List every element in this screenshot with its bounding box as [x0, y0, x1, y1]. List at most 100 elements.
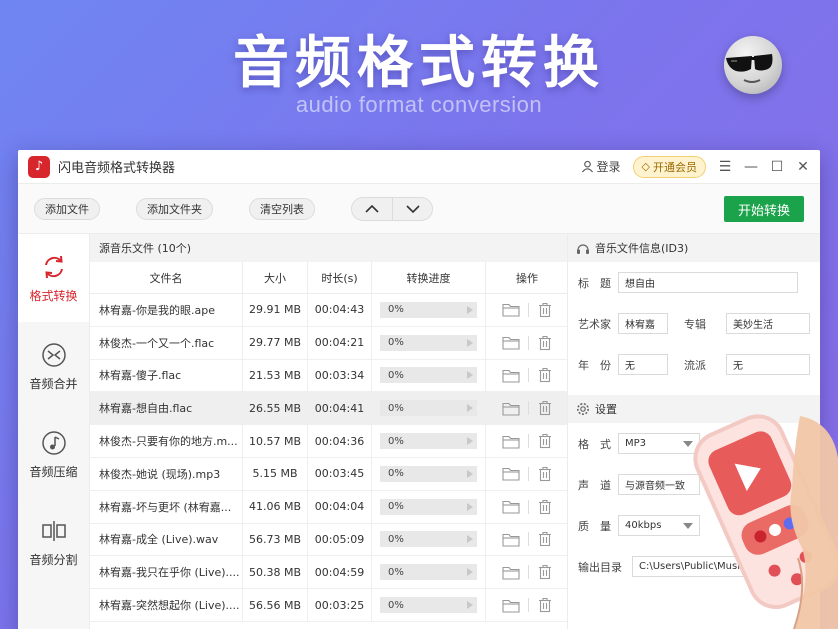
maximize-icon[interactable]: ☐	[770, 159, 784, 175]
table-row[interactable]: 林宥嘉-坏与更坏 (林宥嘉... 41.06 MB 00:04:04 0%	[90, 490, 567, 524]
folder-icon[interactable]	[501, 302, 520, 317]
file-size-cell: 26.55 MB	[243, 392, 308, 425]
trash-icon[interactable]	[537, 302, 553, 318]
progress-text: 0%	[388, 501, 404, 513]
column-header: 时长(s)	[308, 262, 372, 293]
artist-label: 艺术家	[578, 317, 611, 331]
trash-icon[interactable]	[537, 499, 553, 515]
file-size-cell: 56.56 MB	[243, 589, 308, 621]
genre-field[interactable]: 无	[726, 354, 810, 375]
folder-icon[interactable]	[501, 401, 520, 416]
ops-cell	[486, 392, 568, 424]
folder-icon[interactable]	[501, 434, 520, 449]
table-row[interactable]: 林宥嘉-成全 (Live).wav 56.73 MB 00:05:09 0%	[90, 523, 567, 557]
folder-icon[interactable]	[501, 565, 520, 580]
progress-bar: 0%	[380, 433, 477, 450]
sidebar-item-label: 音频分割	[29, 552, 78, 567]
folder-icon[interactable]	[501, 368, 520, 383]
sidebar-item-audio-merge[interactable]: 音频合并	[18, 322, 89, 410]
progress-cell: 0%	[372, 392, 486, 425]
trash-icon[interactable]	[537, 400, 553, 416]
table-row[interactable]: 林宥嘉-突然想起你 (Live).... 56.56 MB 00:03:25 0%	[90, 589, 567, 622]
progress-bar: 0%	[380, 531, 477, 548]
folder-icon[interactable]	[501, 598, 520, 613]
add-folder-button[interactable]: 添加文件夹	[136, 197, 213, 220]
file-duration-cell: 00:03:25	[308, 589, 372, 621]
trash-icon[interactable]	[537, 564, 553, 580]
sidebar-item-label: 格式转换	[29, 288, 78, 303]
table-row[interactable]: 林宥嘉-想自由.flac 26.55 MB 00:04:41 0%	[90, 392, 568, 426]
settings-title: 设置	[595, 403, 617, 416]
trash-icon[interactable]	[537, 367, 553, 383]
close-icon[interactable]: ✕	[796, 159, 810, 175]
file-name-cell: 林俊杰-只要有你的地方.m...	[90, 425, 243, 457]
trash-icon[interactable]	[537, 531, 553, 547]
sidebar-item-label: 音频压缩	[29, 464, 78, 479]
table-row[interactable]: 林宥嘉-我只在乎你 (Live).... 50.38 MB 00:04:59 0%	[90, 556, 567, 590]
column-header: 操作	[516, 271, 538, 285]
split-icon	[41, 520, 66, 541]
progress-bar: 0%	[380, 301, 477, 318]
progress-text: 0%	[388, 369, 404, 381]
diamond-icon: ◇	[641, 160, 650, 173]
vip-label: 开通会员	[653, 160, 697, 174]
sidebar-item-audio-split[interactable]: 音频分割	[18, 498, 89, 586]
file-duration-cell: 00:05:09	[308, 523, 372, 556]
table-row[interactable]: 林宥嘉-你是我的眼.ape 29.91 MB 00:04:43 0%	[90, 294, 567, 327]
genre-label: 流派	[684, 358, 706, 372]
ops-divider	[527, 368, 529, 383]
folder-icon[interactable]	[501, 335, 520, 350]
play-triangle-icon	[467, 305, 473, 314]
music-player-illustration-icon	[693, 414, 838, 629]
trash-icon[interactable]	[537, 433, 553, 449]
app-logo-icon: ♪	[28, 155, 50, 178]
table-row[interactable]: 林宥嘉-傻子.flac 21.53 MB 00:03:34 0%	[90, 359, 567, 393]
progress-bar: 0%	[380, 498, 477, 515]
table-row[interactable]: 林俊杰-她说 (现场).mp3 5.15 MB 00:03:45 0%	[90, 457, 567, 491]
year-field[interactable]: 无	[618, 354, 668, 375]
app-title: 闪电音频格式转换器	[58, 161, 176, 176]
progress-text: 0%	[388, 468, 404, 480]
vip-button[interactable]: ◇ 开通会员	[632, 155, 706, 178]
title-label: 标 题	[578, 276, 611, 290]
trash-icon[interactable]	[537, 466, 553, 482]
sidebar-item-audio-compress[interactable]: 音频压缩	[18, 410, 89, 498]
ops-cell	[486, 294, 568, 326]
play-triangle-icon	[467, 535, 473, 544]
sidebar-item-format-convert[interactable]: 格式转换	[18, 234, 89, 322]
sunglasses-face-icon	[724, 36, 782, 94]
album-field[interactable]: 美妙生活	[726, 313, 810, 334]
file-name-cell: 林宥嘉-我只在乎你 (Live)....	[90, 556, 243, 589]
file-table-body: 林宥嘉-你是我的眼.ape 29.91 MB 00:04:43 0% 林俊杰-一个又一个…	[90, 294, 567, 622]
progress-cell: 0%	[372, 523, 486, 556]
file-list-header: 源音乐文件 (10个)	[90, 234, 567, 262]
play-triangle-icon	[467, 502, 473, 511]
title-field[interactable]: 想自由	[618, 272, 798, 293]
folder-icon[interactable]	[501, 466, 520, 481]
login-button[interactable]: 登录	[581, 158, 621, 175]
progress-bar: 0%	[380, 400, 477, 417]
move-up-button[interactable]	[352, 198, 392, 220]
progress-bar: 0%	[380, 367, 477, 384]
add-file-button[interactable]: 添加文件	[34, 197, 100, 220]
ops-divider	[527, 466, 529, 481]
ops-divider	[527, 434, 529, 449]
id3-info-header: 音乐文件信息(ID3)	[568, 234, 820, 262]
ops-divider	[527, 499, 529, 514]
trash-icon[interactable]	[537, 597, 553, 613]
start-convert-button[interactable]: 开始转换	[724, 196, 804, 222]
trash-icon[interactable]	[537, 335, 553, 351]
clear-list-button[interactable]: 清空列表	[249, 197, 315, 220]
artist-field[interactable]: 林宥嘉	[618, 313, 668, 334]
album-label: 专辑	[684, 317, 706, 331]
user-icon	[581, 160, 593, 173]
table-row[interactable]: 林俊杰-一个又一个.flac 29.77 MB 00:04:21 0%	[90, 326, 567, 360]
minimize-icon[interactable]: —	[744, 159, 758, 175]
table-row[interactable]: 林俊杰-只要有你的地方.m... 10.57 MB 00:04:36 0%	[90, 425, 567, 458]
folder-icon[interactable]	[501, 499, 520, 514]
file-size-cell: 21.53 MB	[243, 359, 308, 392]
folder-icon[interactable]	[501, 532, 520, 547]
move-down-button[interactable]	[392, 197, 432, 220]
year-genre-row: 年 份 无 流派 无	[568, 344, 820, 385]
menu-icon[interactable]: ☰	[718, 159, 732, 175]
